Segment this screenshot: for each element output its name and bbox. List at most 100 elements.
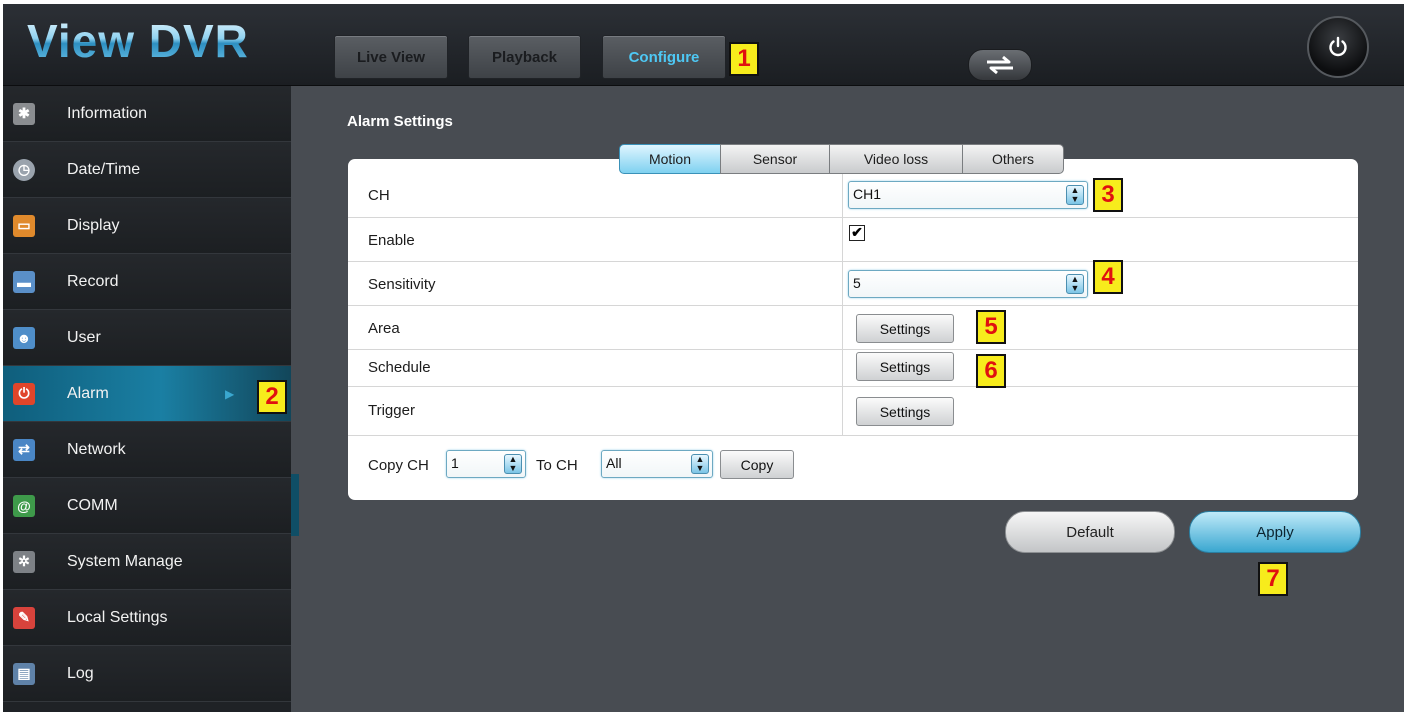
schedule-settings-button[interactable]: Settings [856,352,954,381]
sidebar-item-label: Date/Time [67,160,141,178]
sidebar-item-date-time[interactable]: ◷ Date/Time [3,142,291,198]
swap-arrows-icon [987,55,1013,75]
sidebar-collapse-handle[interactable] [291,474,299,536]
tab-others[interactable]: Others [962,144,1064,174]
sidebar-item-label: Network [67,440,126,458]
page-title: Alarm Settings [347,113,453,130]
clock-icon: ◷ [13,158,35,181]
tab-motion[interactable]: Motion [619,144,721,174]
sidebar: ✱ Information ◷ Date/Time ▭ Display ▬ Re… [3,86,291,712]
sidebar-item-log[interactable]: ▤ Log [3,646,291,702]
power-button[interactable] [1307,16,1369,78]
sidebar-item-label: COMM [67,496,118,514]
monitor-icon: ▭ [13,214,35,237]
swap-button[interactable] [968,49,1032,81]
ch-select[interactable]: CH1 ▲ ▼ [848,181,1088,209]
sidebar-item-label: Log [67,664,94,682]
record-icon: ▬ [13,270,35,293]
spinner-arrows-icon: ▲ ▼ [504,454,522,474]
sidebar-item-label: User [67,328,101,346]
callout-marker-1: 1 [729,42,759,76]
sensitivity-label: Sensitivity [368,276,436,293]
app-logo: View DVR [27,15,249,67]
callout-marker-4: 4 [1093,260,1123,294]
sidebar-item-comm[interactable]: @ COMM [3,478,291,534]
sidebar-item-label: Local Settings [67,608,168,626]
schedule-label: Schedule [368,359,431,376]
local-settings-icon: ✎ [13,606,35,629]
nav-playback-button[interactable]: Playback [468,35,581,79]
callout-marker-6: 6 [976,354,1006,388]
sidebar-item-label: Record [67,272,119,290]
chevron-right-icon: ▶ [225,386,235,401]
callout-marker-7: 7 [1258,562,1288,596]
to-ch-label: To CH [536,457,578,474]
copy-button[interactable]: Copy [720,450,794,479]
sensitivity-row: Sensitivity 5 ▲ ▼ [348,262,1358,306]
sidebar-item-display[interactable]: ▭ Display [3,198,291,254]
spinner-arrows-icon: ▲ ▼ [691,454,709,474]
copy-ch-select[interactable]: 1 ▲ ▼ [446,450,526,478]
row-divider [842,218,843,261]
power-icon [1329,36,1347,57]
area-label: Area [368,320,400,337]
user-icon: ☻ [13,326,35,349]
sensitivity-select[interactable]: 5 ▲ ▼ [848,270,1088,298]
network-icon: ⇄ [13,438,35,461]
gear-icon: ✱ [13,102,35,125]
row-divider [842,350,843,386]
area-row: Area Settings [348,306,1358,350]
tab-sensor[interactable]: Sensor [720,144,830,174]
schedule-row: Schedule Settings [348,350,1358,387]
sidebar-item-label: System Manage [67,552,183,570]
spinner-arrows-icon: ▲ ▼ [1066,185,1084,205]
sidebar-item-record[interactable]: ▬ Record [3,254,291,310]
sidebar-item-label: Display [67,216,120,234]
enable-row: Enable ✔ [348,218,1358,262]
callout-marker-3: 3 [1093,178,1123,212]
sidebar-item-alarm[interactable]: ⏻ Alarm ▶ [3,366,291,422]
copy-ch-value: 1 [451,455,459,471]
to-ch-select[interactable]: All ▲ ▼ [601,450,713,478]
callout-marker-5: 5 [976,310,1006,344]
default-button[interactable]: Default [1005,511,1175,553]
row-divider [842,262,843,305]
row-divider [842,174,843,217]
dvr-app: View DVR Live View Playback Configure 1 … [3,4,1404,712]
sidebar-item-information[interactable]: ✱ Information [3,86,291,142]
spinner-arrows-icon: ▲ ▼ [1066,274,1084,294]
copy-row: Copy CH 1 ▲ ▼ To CH All ▲ ▼ Copy [348,436,1358,496]
at-sign-icon: @ [13,494,35,517]
row-divider [842,387,843,435]
alarm-settings-panel: CH CH1 ▲ ▼ Enable ✔ Sensitivity 5 ▲ ▼ Area [348,159,1358,500]
nav-configure-button[interactable]: Configure [602,35,726,79]
top-bar: View DVR Live View Playback Configure 1 [3,4,1404,86]
area-settings-button[interactable]: Settings [856,314,954,343]
sidebar-item-network[interactable]: ⇄ Network [3,422,291,478]
log-icon: ▤ [13,662,35,685]
enable-checkbox[interactable]: ✔ [849,225,865,241]
nav-live-view-button[interactable]: Live View [334,35,448,79]
sensitivity-select-value: 5 [853,275,861,291]
apply-button[interactable]: Apply [1189,511,1361,553]
copy-ch-label: Copy CH [368,457,429,474]
to-ch-value: All [606,455,622,471]
sidebar-item-local-settings[interactable]: ✎ Local Settings [3,590,291,646]
trigger-settings-button[interactable]: Settings [856,397,954,426]
trigger-label: Trigger [368,402,415,419]
sidebar-item-label: Alarm [67,384,109,402]
ch-row: CH CH1 ▲ ▼ [348,174,1358,218]
alarm-tabs: Motion Sensor Video loss Others [619,144,1064,174]
alarm-icon: ⏻ [13,382,35,405]
row-divider [842,306,843,349]
trigger-row: Trigger Settings [348,387,1358,436]
sidebar-item-user[interactable]: ☻ User [3,310,291,366]
sidebar-item-system-manage[interactable]: ✲ System Manage [3,534,291,590]
ch-select-value: CH1 [853,186,882,202]
callout-marker-2: 2 [257,380,287,414]
system-manage-icon: ✲ [13,550,35,573]
tab-video-loss[interactable]: Video loss [829,144,963,174]
ch-label: CH [368,187,390,204]
sidebar-item-label: Information [67,104,148,122]
enable-label: Enable [368,232,415,249]
